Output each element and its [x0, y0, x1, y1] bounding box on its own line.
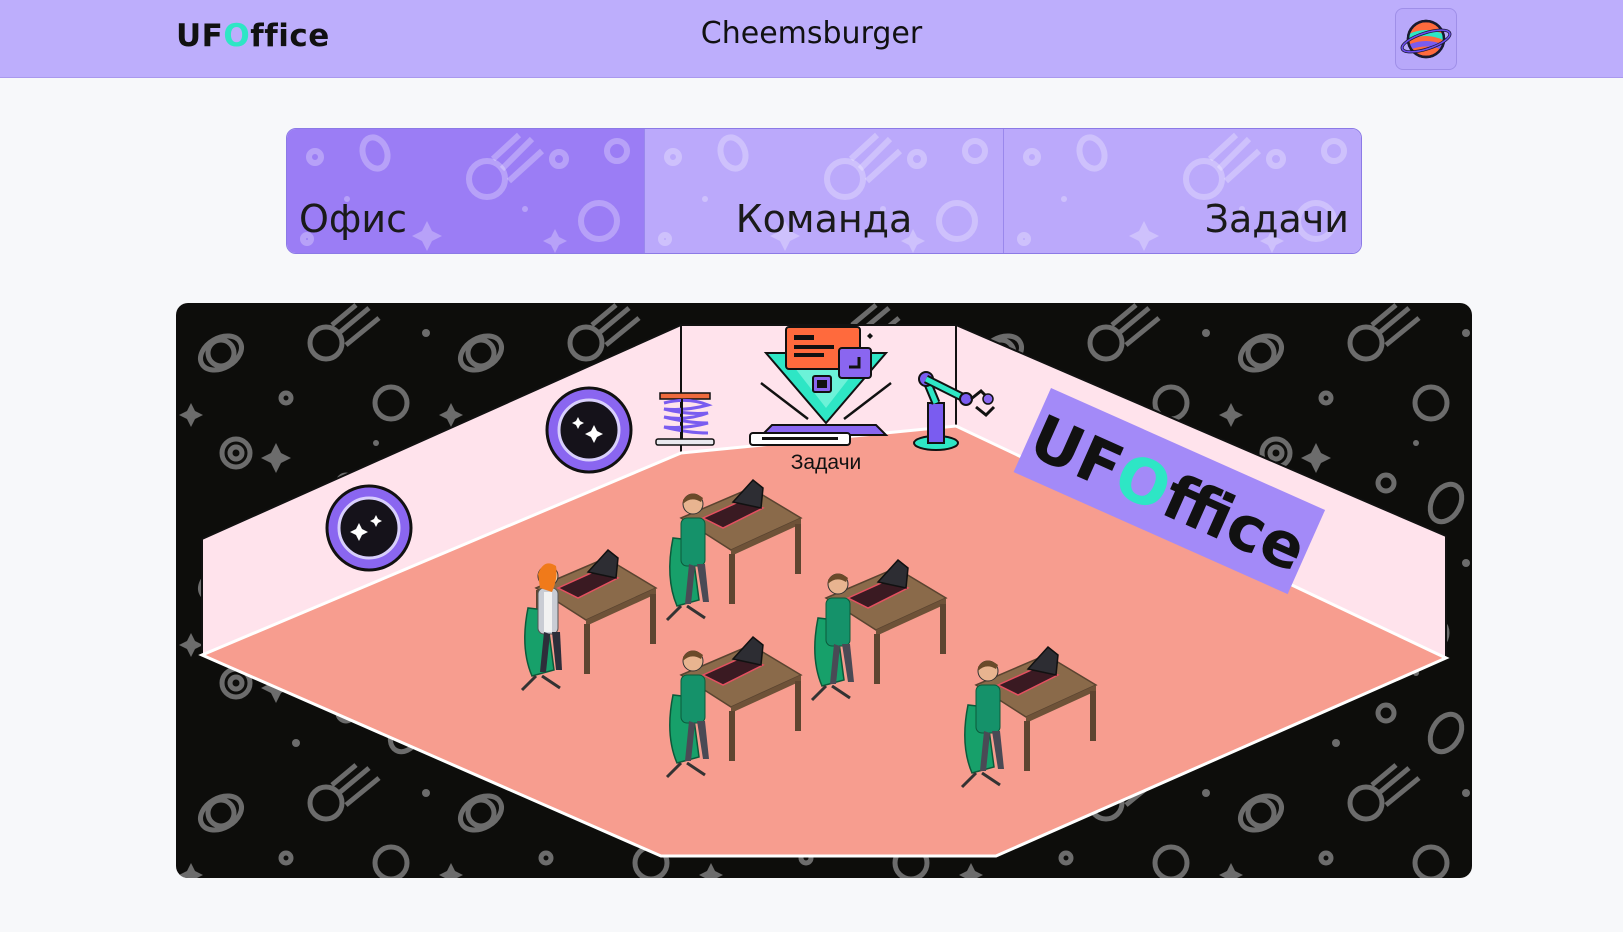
page-title: Cheemsburger [700, 16, 923, 51]
porthole-icon [545, 386, 633, 474]
planet-icon [1400, 19, 1452, 59]
section-tabs: Офис Команда Задачи [286, 128, 1362, 254]
office-canvas: Задачи UFOffice [176, 303, 1472, 878]
tab-office[interactable]: Офис [287, 129, 645, 253]
office-scene: Задачи UFOffice [176, 303, 1472, 878]
tab-team-label: Команда [735, 197, 913, 241]
tab-tasks[interactable]: Задачи [1002, 129, 1361, 253]
profile-avatar-button[interactable] [1395, 8, 1457, 70]
app-header: UFOffice Cheemsburger [0, 0, 1623, 78]
tab-office-label: Офис [299, 197, 407, 241]
tasks-hologram-label: Задачи [791, 451, 862, 474]
porthole-icon [325, 484, 413, 572]
tab-tasks-label: Задачи [1204, 197, 1349, 241]
tab-team[interactable]: Команда [644, 129, 1003, 253]
